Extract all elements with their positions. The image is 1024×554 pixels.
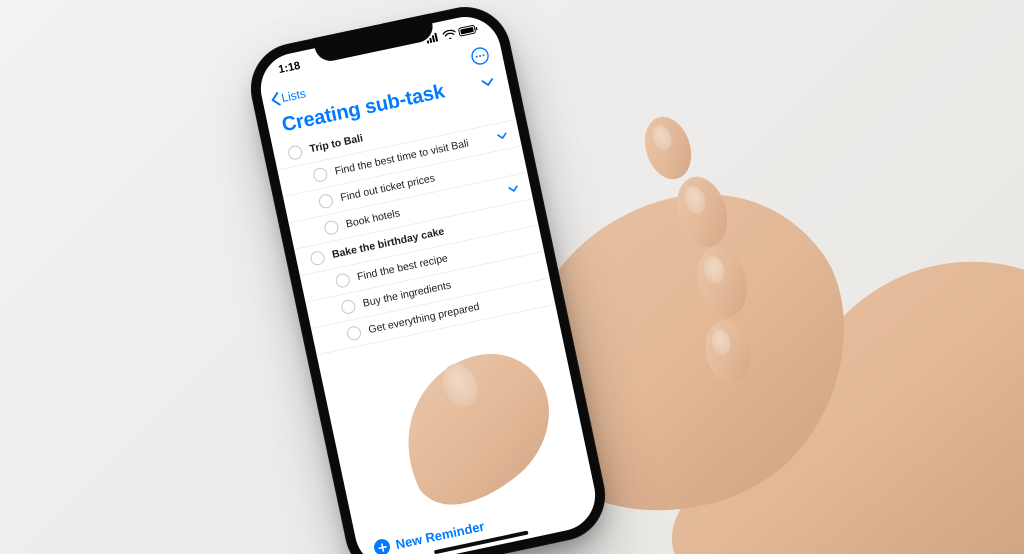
new-reminder-button[interactable]: New Reminder xyxy=(373,497,584,554)
status-time: 1:18 xyxy=(277,60,301,76)
phone-screen: 1:18 xyxy=(254,10,602,554)
chevron-down-icon[interactable] xyxy=(481,77,494,87)
chevron-down-icon[interactable] xyxy=(497,132,508,141)
back-button[interactable]: Lists xyxy=(269,86,307,107)
task-label: Book hotels xyxy=(345,207,401,230)
radio-unchecked-icon[interactable] xyxy=(323,219,340,236)
plus-circle-icon xyxy=(373,538,392,554)
radio-unchecked-icon[interactable] xyxy=(346,325,363,342)
battery-icon xyxy=(458,23,479,36)
radio-unchecked-icon[interactable] xyxy=(287,144,304,161)
back-label: Lists xyxy=(280,86,307,105)
radio-unchecked-icon[interactable] xyxy=(318,193,335,210)
new-reminder-label: New Reminder xyxy=(394,518,485,551)
task-label: Trip to Bali xyxy=(309,132,365,155)
radio-unchecked-icon[interactable] xyxy=(309,250,326,267)
chevron-down-icon[interactable] xyxy=(508,185,519,194)
chevron-left-icon xyxy=(269,92,281,108)
wifi-icon xyxy=(442,28,457,40)
ellipsis-circle-icon xyxy=(469,45,490,66)
bottom-bar: New Reminder xyxy=(355,484,602,554)
more-button[interactable] xyxy=(468,44,492,68)
radio-unchecked-icon[interactable] xyxy=(340,299,357,316)
phone-frame: 1:18 xyxy=(242,0,613,554)
radio-unchecked-icon[interactable] xyxy=(312,167,329,184)
radio-unchecked-icon[interactable] xyxy=(334,272,351,289)
